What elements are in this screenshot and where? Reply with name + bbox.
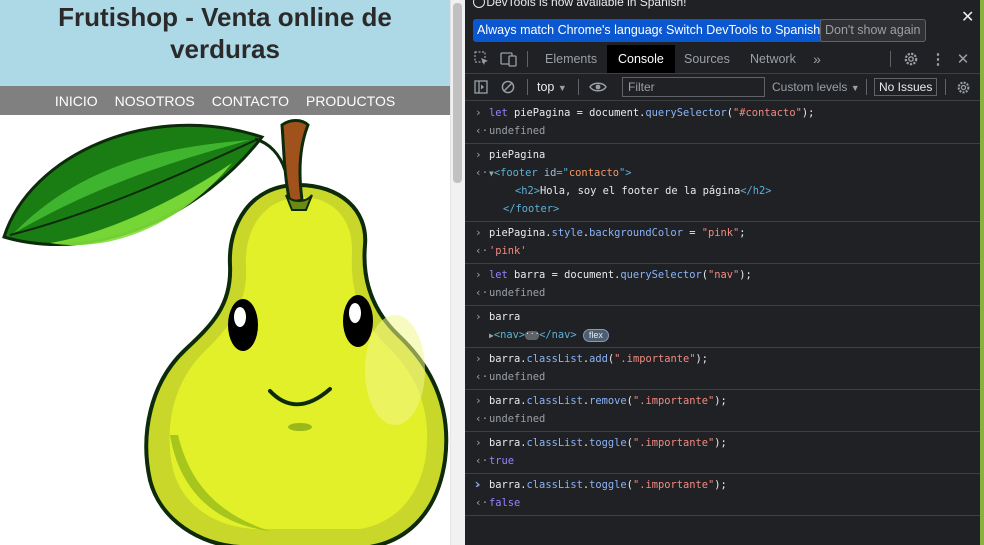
eye-icon[interactable] xyxy=(587,74,609,100)
clear-console-icon[interactable] xyxy=(500,74,516,100)
console-input-line[interactable]: › let barra = document.querySelector("nav… xyxy=(475,266,980,284)
inspect-element-icon[interactable] xyxy=(473,45,491,73)
console-result-line[interactable]: ▶<nav>···</nav> flex xyxy=(489,326,980,344)
console-entry: › barra.classList.add(".importante"); ‹· u… xyxy=(465,348,980,390)
result-arrow-icon: ‹· xyxy=(475,370,489,383)
result-arrow-icon: ‹· xyxy=(475,496,489,509)
result-arrow-icon: ‹· xyxy=(475,454,489,467)
issues-button[interactable]: No Issues xyxy=(874,78,938,96)
kebab-menu-icon[interactable]: ⋮ xyxy=(931,45,946,73)
nav-link-contacto[interactable]: CONTACTO xyxy=(212,93,289,109)
input-chevron-icon: › xyxy=(475,310,482,323)
console-input-line[interactable]: › piePagina xyxy=(475,146,980,164)
close-devtools-icon[interactable]: ✕ xyxy=(955,45,971,73)
console-entry: › barra ▶<nav>···</nav> flex xyxy=(465,306,980,348)
console-entry: › let piePagina = document.querySelector(… xyxy=(465,102,980,144)
dont-show-again-button[interactable]: Don't show again xyxy=(820,19,926,42)
input-chevron-icon: › xyxy=(475,352,482,365)
close-icon[interactable]: ✕ xyxy=(961,7,974,27)
site-title: Frutishop - Venta online de verduras xyxy=(58,2,392,64)
result-arrow-icon: ‹· xyxy=(475,244,489,257)
console-entry: › barra.classList.remove(".importante"); … xyxy=(465,390,980,432)
tab-sources[interactable]: Sources xyxy=(684,45,730,73)
separator xyxy=(578,79,579,95)
devtools-panel: DevTools is now available in Spanish! Al… xyxy=(465,0,984,545)
console-result-line: ‹· undefined xyxy=(475,368,980,386)
result-arrow-icon: ‹· xyxy=(475,412,489,425)
console-result-line: ‹·'pink' xyxy=(475,242,980,260)
filter-input[interactable] xyxy=(622,77,765,97)
result-arrow-icon: ‹· xyxy=(475,286,489,299)
nav-link-nosotros[interactable]: NOSOTROS xyxy=(115,93,195,109)
devtools-tabs: Elements Console Sources Network » ⋮ ✕ xyxy=(465,45,980,74)
separator xyxy=(945,79,946,95)
separator xyxy=(527,51,528,67)
infobar-message: DevTools is now available in Spanish! xyxy=(486,0,687,9)
dom-tree-line: <h2>Hola, soy el footer de la página</h2… xyxy=(515,185,772,197)
log-levels-dropdown[interactable]: Custom levels ▼ xyxy=(772,74,860,101)
more-tabs-icon[interactable]: » xyxy=(809,45,825,73)
flex-badge[interactable]: flex xyxy=(582,328,609,342)
console-input-line[interactable]: › let piePagina = document.querySelector(… xyxy=(475,104,980,122)
console-entry: › barra.classList.toggle(".importante"); … xyxy=(465,474,980,516)
input-chevron-icon: › xyxy=(475,148,482,161)
dom-tree-line: </footer> xyxy=(503,203,560,215)
console-toolbar: top ▼ Custom levels ▼ No Issues xyxy=(465,74,980,101)
context-selector[interactable]: top ▼ xyxy=(537,74,567,101)
console-result-line: ‹· false xyxy=(475,494,980,512)
console-result-line[interactable]: ‹· ▼<footer id="contacto"> xyxy=(475,164,980,182)
console-input-line[interactable]: › barra.classList.toggle(".importante"); xyxy=(475,434,980,452)
switch-language-button[interactable]: Switch DevTools to Spanish xyxy=(662,19,825,42)
separator xyxy=(890,51,891,67)
console-log: › let piePagina = document.querySelector(… xyxy=(465,102,980,516)
console-result-line: ‹· undefined xyxy=(475,284,980,302)
console-result-line: ‹· undefined xyxy=(475,122,980,140)
window-edge xyxy=(980,0,984,545)
console-entry: › piePagina.style.backgroundColor = "pink… xyxy=(465,222,980,264)
device-toolbar-icon[interactable] xyxy=(499,45,519,73)
tab-console[interactable]: Console xyxy=(607,45,675,73)
tab-elements[interactable]: Elements xyxy=(545,45,597,73)
console-entry: › let barra = document.querySelector("nav… xyxy=(465,264,980,306)
console-input-line[interactable]: › piePagina.style.backgroundColor = "pink… xyxy=(475,224,980,242)
console-prompt-input[interactable]: › xyxy=(475,476,479,491)
language-infobar: DevTools is now available in Spanish! Al… xyxy=(465,0,980,45)
input-chevron-icon: › xyxy=(475,106,482,119)
console-entry: › piePagina ‹· ▼<footer id="contacto"> <h2… xyxy=(465,144,980,222)
pear-illustration xyxy=(2,119,449,545)
console-input-line[interactable]: › barra.classList.toggle(".importante"); xyxy=(475,476,980,494)
console-result-line: ‹· true xyxy=(475,452,980,470)
match-language-button[interactable]: Always match Chrome's language xyxy=(473,19,670,42)
sidebar-toggle-icon[interactable] xyxy=(473,74,489,100)
input-chevron-icon: › xyxy=(475,226,482,239)
console-input-line[interactable]: › barra.classList.add(".importante"); xyxy=(475,350,980,368)
input-chevron-icon: › xyxy=(475,394,482,407)
result-arrow-icon: ‹· xyxy=(475,124,489,137)
separator xyxy=(527,79,528,95)
console-result-line: ‹· undefined xyxy=(475,410,980,428)
settings-gear-icon[interactable] xyxy=(902,45,920,73)
page-scrollbar-thumb[interactable] xyxy=(453,3,462,183)
console-entry: › barra.classList.toggle(".importante"); … xyxy=(465,432,980,474)
result-arrow-icon: ‹· xyxy=(475,166,489,179)
nav-link-inicio[interactable]: INICIO xyxy=(55,93,98,109)
web-page: Frutishop - Venta online de verduras INI… xyxy=(0,0,450,545)
site-nav: INICIO NOSOTROS CONTACTO PRODUCTOS xyxy=(0,86,450,115)
leaf xyxy=(2,123,265,246)
console-input-line[interactable]: › barra.classList.remove(".importante"); xyxy=(475,392,980,410)
tab-network[interactable]: Network xyxy=(750,45,796,73)
console-settings-icon[interactable] xyxy=(954,74,972,100)
site-header: Frutishop - Venta online de verduras xyxy=(0,0,450,86)
separator xyxy=(866,79,867,95)
nav-link-productos[interactable]: PRODUCTOS xyxy=(306,93,395,109)
console-input-line[interactable]: › barra xyxy=(475,308,980,326)
ellipsis-icon[interactable]: ··· xyxy=(525,329,540,340)
pear-body xyxy=(144,182,449,545)
input-chevron-icon: › xyxy=(475,268,482,281)
input-chevron-icon: › xyxy=(475,436,482,449)
